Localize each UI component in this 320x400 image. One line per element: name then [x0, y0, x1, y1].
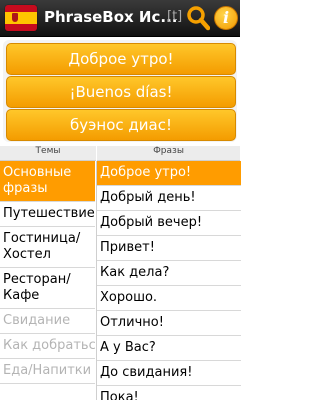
- app-title: PhraseBox Ис...: [44, 8, 178, 26]
- info-icon[interactable]: i: [214, 6, 238, 30]
- phrases-list[interactable]: Доброе утро! Добрый день! Добрый вечер! …: [96, 161, 241, 400]
- topics-header: Темы: [0, 146, 96, 161]
- search-icon[interactable]: [186, 5, 210, 31]
- topic-item[interactable]: Ресторан/Кафе: [0, 268, 95, 309]
- phrases-header: Фразы: [97, 146, 240, 161]
- topic-item[interactable]: Гостиница/Хостел: [0, 227, 95, 268]
- topics-list[interactable]: Основные фразы Путешествие Гостиница/Хос…: [0, 161, 95, 400]
- phrase-item[interactable]: Привет!: [97, 236, 241, 261]
- topic-item[interactable]: Еда/Напитки: [0, 359, 95, 384]
- phrase-item[interactable]: Как дела?: [97, 261, 241, 286]
- phrase-item[interactable]: Пока!: [97, 386, 241, 400]
- phrase-item[interactable]: Добрый вечер!: [97, 211, 241, 236]
- phrase-item[interactable]: Отлично!: [97, 311, 241, 336]
- phrase-item[interactable]: Доброе утро!: [97, 161, 241, 186]
- phrase-item[interactable]: Хорошо.: [97, 286, 241, 311]
- spanish-phrase-button[interactable]: ¡Buenos días!: [6, 76, 236, 108]
- translation-panel: Доброе утро! ¡Buenos días! буэнос диас!: [3, 40, 237, 142]
- title-bar: PhraseBox Ис... [t] i: [0, 0, 240, 37]
- phrase-item[interactable]: До свидания!: [97, 361, 241, 386]
- spain-flag-icon: [5, 5, 37, 31]
- transliteration-button[interactable]: буэнос диас!: [6, 109, 236, 141]
- phrase-item[interactable]: А у Вас?: [97, 336, 241, 361]
- topic-item[interactable]: Путешествие: [0, 202, 95, 227]
- transliteration-toggle[interactable]: [t]: [167, 9, 182, 24]
- phrase-item[interactable]: Добрый день!: [97, 186, 241, 211]
- topic-item[interactable]: Как добраться ...: [0, 334, 95, 359]
- topic-item[interactable]: Свидание: [0, 309, 95, 334]
- russian-phrase-button[interactable]: Доброе утро!: [6, 43, 236, 75]
- topic-item[interactable]: Основные фразы: [0, 161, 95, 202]
